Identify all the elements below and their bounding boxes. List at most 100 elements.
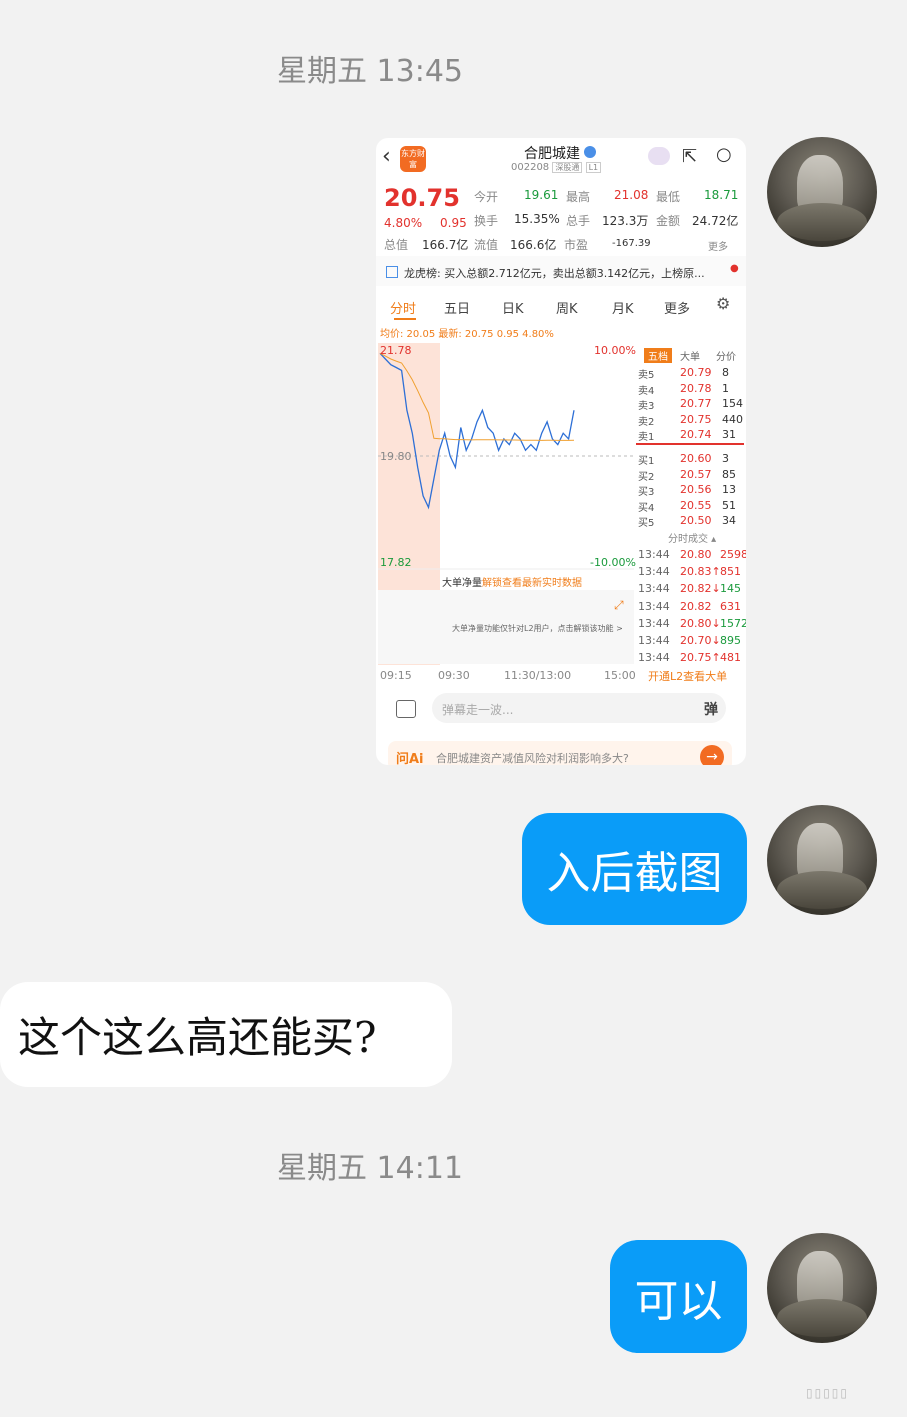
ask-row-label: 卖2 [638,416,655,428]
ask-row-volume: 8 [722,366,729,379]
tab-underline [394,318,416,320]
pe-label: 市盈 [564,238,589,252]
high-label: 最高 [566,190,591,204]
expand-icon[interactable]: ⤢ [614,598,624,613]
bid-row-price: 20.56 [680,483,712,496]
ticks-title[interactable]: 分时成交 ▴ [668,530,716,545]
tick-time: 13:44 [638,634,670,647]
bid-row-volume: 3 [722,452,729,465]
ai-label: 问Ai [396,752,424,765]
ask-row-label: 卖3 [638,401,655,412]
bid-row-price: 20.50 [680,514,712,527]
message-text: 这个这么高还能买? [18,1013,377,1062]
low-value: 18.71 [704,188,739,202]
tick-time: 13:44 [638,599,670,613]
danmu-toggle-icon[interactable] [396,700,416,718]
danmu-button[interactable]: 弹 [704,699,718,719]
tab-weekly-k[interactable]: 周K [556,298,578,317]
arrow-right-icon[interactable]: → [700,745,724,765]
ask-row-label: 卖5 [638,370,655,381]
float-label: 流值 [474,238,499,252]
chart-top-pct: 10.00% [594,344,636,357]
ob-tab-price[interactable]: 分价 [716,348,736,363]
avatar[interactable] [767,137,877,247]
chart-top-price: 21.78 [380,344,412,357]
message-bubble-sent[interactable]: 入后截图 [522,813,747,925]
tab-daily-k[interactable]: 日K [502,298,524,317]
ask-row-price: 20.74 [680,428,712,441]
tab-monthly-k[interactable]: 月K [612,298,634,317]
ask-row-volume: 440 [722,412,743,426]
time-label: 11:30/13:00 [504,669,572,682]
search-icon[interactable]: ○ [716,144,732,165]
longhu-icon [386,266,398,278]
ob-tab-five[interactable]: 五档 [644,348,672,363]
bid-row-volume: 85 [722,467,736,481]
bid-row-price: 20.60 [680,452,712,465]
tick-price: 20.80 [680,548,712,561]
stock-code: 002208 深股通 L1 [511,162,602,173]
longhu-text: 龙虎榜: 买入总额2.712亿元，卖出总额3.142亿元，上榜原... [404,267,705,280]
message-bubble-received[interactable]: 这个这么高还能买? [0,982,452,1087]
watermark-icon: ▯▯▯▯▯ [806,1386,850,1400]
robot-icon[interactable] [648,147,670,165]
flow-note[interactable]: 大单净量功能仅针对L2用户，点击解锁该功能 > [452,623,623,634]
chart-bottom-pct: -10.00% [590,556,636,569]
message-text: 入后截图 [546,848,723,899]
change-percent: 4.80% [384,216,423,230]
ask-row-label: 卖1 [638,432,655,443]
stock-name: 合肥城建 [524,146,580,162]
image-message-stock-screenshot[interactable]: ‹ 东方财富 合肥城建 002208 深股通 L1 ⇱ ○ 20.75 4.80… [376,138,746,765]
bid-row-label: 买3 [638,487,655,498]
more-link[interactable]: 更多 [708,238,728,253]
open-value: 19.61 [524,188,559,202]
tab-timeshare[interactable]: 分时 [390,298,416,317]
price-line [379,352,575,510]
tick-time: 13:44 [638,548,670,561]
avatar[interactable] [767,805,877,915]
ob-divider [636,443,744,445]
danmu-placeholder: 弹幕走一波... [442,703,514,717]
tab-more[interactable]: 更多 [664,298,690,317]
tab-five-day[interactable]: 五日 [444,298,470,317]
pe-value: -167.39 [612,238,651,249]
bid-row-label: 买2 [638,471,655,483]
amount-value: 24.72亿 [692,214,739,228]
open-label: 今开 [474,190,499,204]
tick-price: 20.80↓ [680,616,721,630]
low-label: 最低 [656,190,681,204]
tick-price: 20.70↓ [680,634,721,647]
bid-row-label: 买5 [638,518,655,529]
chart-bottom-price: 17.82 [380,556,412,569]
flow-title: 大单净量 [442,578,482,589]
timestamp: 星期五 14:11 [277,1151,463,1186]
volume-label: 总手 [566,214,591,228]
time-label: 09:30 [438,669,470,682]
tick-price: 20.82↓ [680,582,721,596]
settings-icon[interactable]: ⚙ [716,294,730,313]
float-value: 166.6亿 [510,238,557,252]
tick-volume: 631 [720,599,741,613]
message-bubble-sent[interactable]: 可以 [610,1240,747,1353]
back-icon[interactable]: ‹ [382,144,391,169]
change-value: 0.95 [440,216,467,230]
tick-volume: 851 [720,565,741,579]
ask-row-price: 20.75 [680,412,712,426]
tick-time: 13:44 [638,651,670,665]
ob-tab-big[interactable]: 大单 [680,348,700,363]
verified-icon [584,146,596,158]
bid-row-label: 买1 [638,456,655,467]
share-icon[interactable]: ⇱ [682,146,697,167]
bid-row-volume: 51 [722,498,736,512]
ai-question: 合肥城建资产减值风险对利润影响多大? [436,752,629,765]
flow-unlock-link[interactable]: 解锁查看最新实时数据 [482,574,582,589]
tick-volume: 2598 [720,548,746,561]
bid-row-price: 20.57 [680,467,712,481]
avatar[interactable] [767,1233,877,1343]
ask-row-price: 20.77 [680,397,712,410]
timestamp: 星期五 13:45 [277,54,463,89]
tick-volume: 1572 [720,616,746,630]
mcap-value: 166.7亿 [422,238,469,252]
l2-link[interactable]: 开通L2查看大单 [648,668,727,684]
bid-row-volume: 34 [722,514,736,527]
